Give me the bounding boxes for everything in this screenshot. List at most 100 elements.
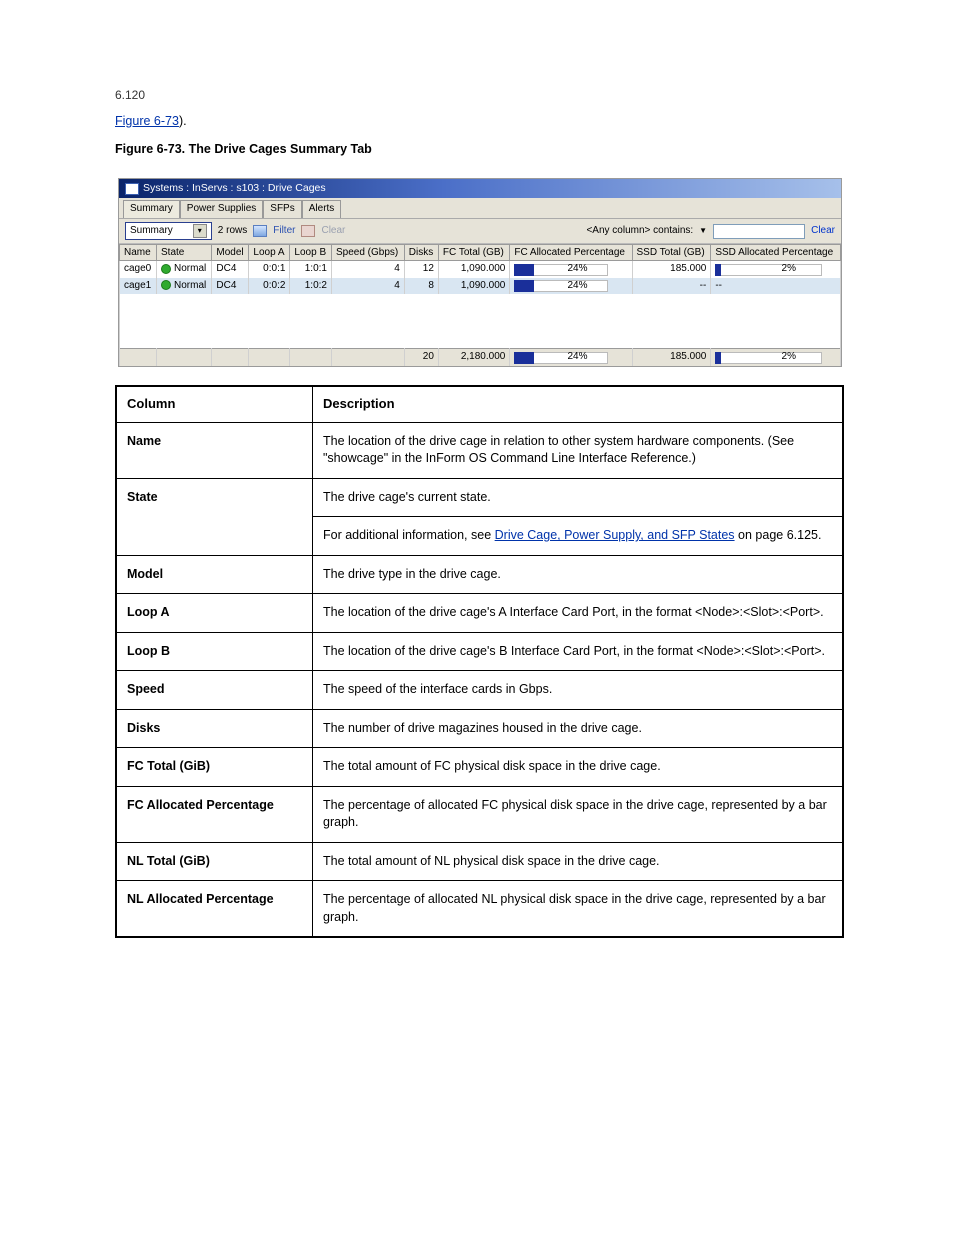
total-fctot: 2,180.000	[438, 349, 509, 366]
defs-row: NL Allocated Percentage The percentage o…	[116, 881, 843, 938]
intro-line: Figure 6-73).	[115, 112, 844, 130]
intro-tail: ).	[179, 114, 187, 128]
anycolumn-label: <Any column> contains:	[586, 224, 693, 239]
cell-loopb: 1:0:1	[290, 261, 332, 278]
cell-ssdtot: --	[632, 278, 711, 295]
cell-name: cage0	[120, 261, 157, 278]
total-disks: 20	[404, 349, 438, 366]
progress-bar	[514, 352, 534, 364]
defs-desc: The number of drive magazines housed in …	[313, 709, 844, 748]
cell-model: DC4	[212, 261, 249, 278]
tabs-row: Summary Power Supplies SFPs Alerts	[119, 198, 841, 219]
defs-desc: The percentage of allocated FC physical …	[313, 786, 844, 842]
cell-state: Normal	[157, 261, 212, 278]
defs-term: NL Allocated Percentage	[116, 881, 313, 938]
cell-fcpct: 24%	[510, 261, 632, 278]
clear-link[interactable]: Clear	[811, 224, 835, 239]
cell-loopa: 0:0:1	[249, 261, 290, 278]
total-ssdpct: 2%	[711, 349, 841, 366]
col-fc-total[interactable]: FC Total (GB)	[438, 245, 509, 261]
defs-desc: For additional information, see Drive Ca…	[313, 517, 844, 556]
col-name[interactable]: Name	[120, 245, 157, 261]
col-disks[interactable]: Disks	[404, 245, 438, 261]
defs-term: Name	[116, 422, 313, 478]
defs-term: Disks	[116, 709, 313, 748]
chevron-down-icon[interactable]: ▼	[699, 225, 707, 237]
cell-loopa: 0:0:2	[249, 278, 290, 295]
data-grid: Name State Model Loop A Loop B Speed (Gb…	[119, 244, 841, 366]
defs-desc: The percentage of allocated NL physical …	[313, 881, 844, 938]
totals-row: 20 2,180.000 24% 185.000 2%	[120, 349, 841, 366]
cell-ssdpct: --	[711, 278, 841, 295]
clear-button[interactable]: Clear	[321, 224, 345, 239]
col-ssd-total[interactable]: SSD Total (GB)	[632, 245, 711, 261]
definitions-table: Column Description Name The location of …	[115, 385, 844, 938]
filter-button[interactable]: Filter	[273, 224, 295, 239]
col-loop-b[interactable]: Loop B	[290, 245, 332, 261]
cell-fctot: 1,090.000	[438, 278, 509, 295]
defs-desc: The location of the drive cage's A Inter…	[313, 594, 844, 633]
defs-head-desc: Description	[313, 386, 844, 422]
filter-icon[interactable]	[253, 225, 267, 237]
defs-term: Model	[116, 555, 313, 594]
tab-alerts[interactable]: Alerts	[302, 200, 342, 218]
table-row[interactable]: cage0 Normal DC4 0:0:1 1:0:1 4 12 1,090.…	[120, 261, 841, 278]
defs-term: FC Allocated Percentage	[116, 786, 313, 842]
app-icon	[125, 183, 139, 195]
col-state[interactable]: State	[157, 245, 212, 261]
defs-desc: The total amount of NL physical disk spa…	[313, 842, 844, 881]
defs-row: FC Allocated Percentage The percentage o…	[116, 786, 843, 842]
cell-name: cage1	[120, 278, 157, 295]
cell-loopb: 1:0:2	[290, 278, 332, 295]
page-number: 6.120	[0, 0, 954, 102]
cell-model: DC4	[212, 278, 249, 295]
defs-term: Loop B	[116, 632, 313, 671]
defs-desc: The speed of the interface cards in Gbps…	[313, 671, 844, 710]
state-dot-icon	[161, 280, 171, 290]
defs-term: Loop A	[116, 594, 313, 633]
progress-bar	[514, 280, 534, 292]
cell-ssdpct: 2%	[711, 261, 841, 278]
state-dot-icon	[161, 264, 171, 274]
defs-row: Speed The speed of the interface cards i…	[116, 671, 843, 710]
window-titlebar: Systems : InServs : s103 : Drive Cages	[119, 179, 841, 198]
cell-disks: 8	[404, 278, 438, 295]
defs-desc: The drive type in the drive cage.	[313, 555, 844, 594]
chevron-down-icon: ▾	[193, 224, 207, 238]
view-dropdown[interactable]: Summary ▾	[125, 222, 212, 241]
screenshot-panel: Systems : InServs : s103 : Drive Cages S…	[118, 178, 842, 367]
search-input[interactable]	[713, 224, 805, 239]
defs-head-col: Column	[116, 386, 313, 422]
progress-bar	[514, 264, 534, 276]
defs-desc: The location of the drive cage's B Inter…	[313, 632, 844, 671]
col-speed[interactable]: Speed (Gbps)	[331, 245, 404, 261]
figure-caption: Figure 6-73. The Drive Cages Summary Tab	[115, 140, 844, 158]
tab-summary[interactable]: Summary	[123, 200, 180, 218]
clear-icon[interactable]	[301, 225, 315, 237]
col-ssd-pct[interactable]: SSD Allocated Percentage	[711, 245, 841, 261]
window-title: Systems : InServs : s103 : Drive Cages	[143, 181, 326, 196]
row-count: 2 rows	[218, 224, 247, 239]
defs-desc: The location of the drive cage in relati…	[313, 422, 844, 478]
cell-speed: 4	[331, 261, 404, 278]
cell-state: Normal	[157, 278, 212, 295]
state-xref[interactable]: Drive Cage, Power Supply, and SFP States	[495, 528, 735, 542]
defs-term: NL Total (GiB)	[116, 842, 313, 881]
tab-power-supplies[interactable]: Power Supplies	[180, 200, 263, 218]
figure-xref[interactable]: Figure 6-73	[115, 114, 179, 128]
table-row[interactable]: cage1 Normal DC4 0:0:2 1:0:2 4 8 1,090.0…	[120, 278, 841, 295]
defs-term: FC Total (GiB)	[116, 748, 313, 787]
cell-speed: 4	[331, 278, 404, 295]
cell-disks: 12	[404, 261, 438, 278]
defs-row: State The drive cage's current state.	[116, 478, 843, 517]
defs-row: Disks The number of drive magazines hous…	[116, 709, 843, 748]
tab-sfps[interactable]: SFPs	[263, 200, 301, 218]
col-fc-pct[interactable]: FC Allocated Percentage	[510, 245, 632, 261]
col-model[interactable]: Model	[212, 245, 249, 261]
cell-ssdtot: 185.000	[632, 261, 711, 278]
defs-row: Name The location of the drive cage in r…	[116, 422, 843, 478]
defs-term: Speed	[116, 671, 313, 710]
col-loop-a[interactable]: Loop A	[249, 245, 290, 261]
total-fcpct: 24%	[510, 349, 632, 366]
defs-row: Loop A The location of the drive cage's …	[116, 594, 843, 633]
